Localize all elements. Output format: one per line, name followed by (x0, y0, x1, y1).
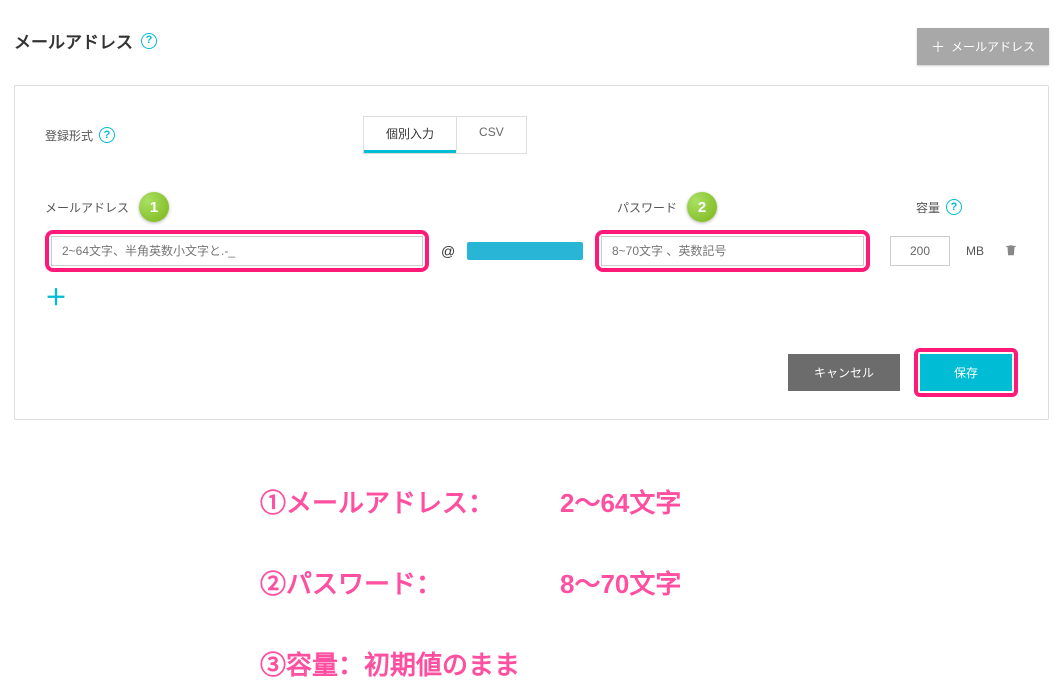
email-highlight-box (45, 230, 429, 272)
annotation-badge-2: 2 (687, 192, 717, 222)
trash-icon[interactable] (1004, 243, 1018, 260)
email-input[interactable] (51, 236, 423, 266)
annotation-badge-1: 1 (139, 192, 169, 222)
help-icon[interactable]: ? (99, 127, 115, 143)
registration-format-label: 登録形式 ? (45, 127, 115, 144)
cancel-button[interactable]: キャンセル (788, 354, 900, 391)
annotation-line1-right: 2～64文字 (560, 480, 681, 527)
plus-icon: ＋ (931, 40, 945, 54)
password-label-text: パスワード (617, 199, 677, 216)
annotation-line3: ③容量：初期値のまま (260, 642, 520, 688)
page-title: メールアドレス ? (14, 28, 157, 53)
save-button[interactable]: 保存 (920, 354, 1012, 391)
format-tabs: 個別入力 CSV (363, 116, 527, 154)
capacity-label-text: 容量 (916, 199, 940, 216)
add-row-icon[interactable]: ＋ (45, 280, 67, 312)
tab-csv[interactable]: CSV (456, 117, 526, 153)
email-field-label: メールアドレス 1 (45, 192, 437, 222)
annotation-line1-left: ①メールアドレス： (260, 480, 560, 527)
at-symbol: @ (441, 243, 455, 259)
domain-redacted-bar (467, 242, 583, 260)
capacity-field-label: 容量 ? (916, 192, 1018, 222)
password-field-label: パスワード 2 (617, 192, 912, 222)
reg-format-text: 登録形式 (45, 127, 93, 144)
help-icon[interactable]: ? (946, 199, 962, 215)
email-label-text: メールアドレス (45, 199, 129, 216)
annotation-text-block: ①メールアドレス： 2～64文字 ②パスワード： 8～70文字 ③容量：初期値の… (0, 480, 1063, 688)
capacity-unit: MB (966, 244, 984, 258)
annotation-line2-left: ②パスワード： (260, 561, 560, 608)
capacity-input[interactable] (890, 236, 950, 266)
password-input[interactable] (601, 236, 864, 266)
save-highlight-box: 保存 (914, 348, 1018, 397)
annotation-line2-right: 8～70文字 (560, 561, 681, 608)
form-panel: 登録形式 ? 個別入力 CSV メールアドレス 1 パスワード 2 容量 ? @ (14, 85, 1049, 420)
help-icon[interactable]: ? (141, 33, 157, 49)
page-title-text: メールアドレス (14, 28, 133, 53)
add-mail-address-button[interactable]: ＋ メールアドレス (917, 28, 1049, 65)
password-highlight-box (595, 230, 870, 272)
add-mail-label: メールアドレス (951, 38, 1035, 55)
tab-individual-input[interactable]: 個別入力 (364, 117, 456, 153)
